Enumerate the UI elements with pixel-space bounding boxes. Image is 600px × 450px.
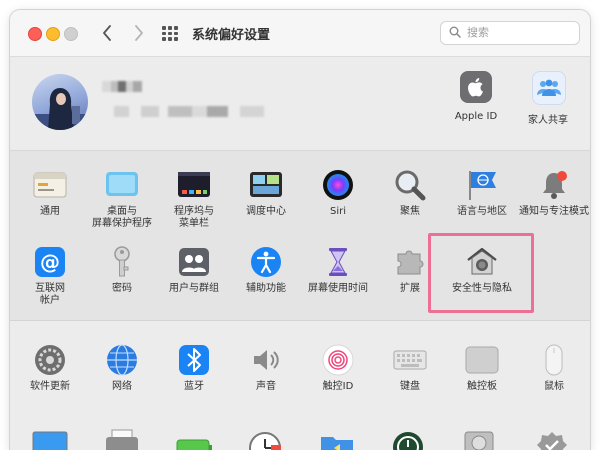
apple-id-label: Apple ID bbox=[454, 111, 498, 122]
pref-passwords[interactable]: 密码 bbox=[86, 245, 158, 295]
screen-time-icon bbox=[321, 245, 355, 279]
touch-id-icon bbox=[321, 343, 355, 377]
pref-mission-control[interactable]: 调度中心 bbox=[230, 168, 302, 218]
keyboard-icon bbox=[393, 343, 427, 377]
search-input[interactable] bbox=[467, 24, 571, 41]
pref-trackpad[interactable]: 触控板 bbox=[446, 343, 518, 393]
pref-dock-menubar-label: 程序坞与 菜单栏 bbox=[174, 206, 214, 229]
profiles-icon[interactable] bbox=[536, 431, 568, 450]
system-preferences-window: 系统偏好设置 Apple ID bbox=[10, 10, 590, 450]
desktop-screensaver-icon bbox=[105, 168, 139, 202]
pref-general-label: 通用 bbox=[40, 206, 60, 217]
zoom-button[interactable] bbox=[64, 27, 78, 41]
passwords-icon bbox=[105, 245, 139, 279]
forward-button[interactable] bbox=[128, 21, 150, 45]
trackpad-icon bbox=[465, 343, 499, 377]
back-button[interactable] bbox=[96, 21, 118, 45]
pref-general[interactable]: 通用 bbox=[14, 168, 86, 218]
pref-sound-label: 声音 bbox=[256, 381, 276, 392]
pref-internet-accounts[interactable]: @ 互联网 帐户 bbox=[14, 245, 86, 307]
pref-spotlight[interactable]: 聚焦 bbox=[374, 168, 446, 218]
pref-internet-accounts-label: 互联网 帐户 bbox=[35, 283, 65, 306]
pref-siri-label: Siri bbox=[329, 206, 346, 217]
account-header: Apple ID 家人共享 bbox=[10, 57, 590, 150]
extensions-icon bbox=[393, 245, 427, 279]
pref-desktop-screensaver[interactable]: 桌面与 屏幕保护程序 bbox=[86, 168, 158, 230]
pref-bluetooth-label: 蓝牙 bbox=[184, 381, 204, 392]
pref-spotlight-label: 聚焦 bbox=[400, 206, 420, 217]
pref-keyboard-label: 键盘 bbox=[400, 381, 420, 392]
close-button[interactable] bbox=[28, 27, 42, 41]
date-time-icon[interactable] bbox=[248, 431, 282, 450]
apple-id-icon[interactable] bbox=[460, 71, 492, 103]
pref-sound[interactable]: 声音 bbox=[230, 343, 302, 393]
pref-network[interactable]: 网络 bbox=[86, 343, 158, 393]
pref-mouse-label: 鼠标 bbox=[544, 381, 564, 392]
printers-icon[interactable] bbox=[104, 429, 140, 450]
pref-mission-control-label: 调度中心 bbox=[246, 206, 286, 217]
mission-control-icon bbox=[249, 168, 283, 202]
bluetooth-icon bbox=[177, 343, 211, 377]
pref-users-groups[interactable]: 用户与群组 bbox=[158, 245, 230, 295]
pref-bluetooth[interactable]: 蓝牙 bbox=[158, 343, 230, 393]
mouse-icon bbox=[537, 343, 571, 377]
pref-passwords-label: 密码 bbox=[112, 283, 132, 294]
pref-users-groups-label: 用户与群组 bbox=[169, 283, 219, 294]
pref-mouse[interactable]: 鼠标 bbox=[518, 343, 590, 393]
search-field[interactable] bbox=[440, 21, 580, 45]
show-all-grid-icon[interactable] bbox=[160, 24, 180, 42]
general-icon bbox=[33, 168, 67, 202]
pref-accessibility-label: 辅助功能 bbox=[246, 283, 286, 294]
pref-dock-menubar[interactable]: 程序坞与 菜单栏 bbox=[158, 168, 230, 230]
family-sharing-label: 家人共享 bbox=[528, 115, 568, 126]
family-sharing-icon[interactable] bbox=[532, 71, 566, 105]
internet-accounts-icon: @ bbox=[33, 245, 67, 279]
pref-network-label: 网络 bbox=[112, 381, 132, 392]
pref-screen-time-label: 屏幕使用时间 bbox=[308, 283, 368, 294]
pref-trackpad-label: 触控板 bbox=[467, 381, 497, 392]
time-machine-icon[interactable] bbox=[392, 431, 424, 450]
pref-software-update-label: 软件更新 bbox=[30, 381, 70, 392]
software-update-icon bbox=[33, 343, 67, 377]
svg-text:@: @ bbox=[40, 250, 60, 274]
hardware-prefs-section: 软件更新 网络 蓝牙 声音 触控ID 键盘 触控板 鼠标 bbox=[10, 321, 590, 450]
siri-icon bbox=[321, 168, 355, 202]
user-avatar[interactable] bbox=[32, 74, 88, 130]
dock-menubar-icon bbox=[177, 168, 211, 202]
pref-extensions-label: 扩展 bbox=[400, 283, 420, 294]
pref-accessibility[interactable]: 辅助功能 bbox=[230, 245, 302, 295]
accessibility-icon bbox=[249, 245, 283, 279]
spotlight-icon bbox=[393, 168, 427, 202]
blurred-user-name bbox=[102, 81, 142, 92]
pref-screen-time[interactable]: 屏幕使用时间 bbox=[302, 245, 374, 295]
notifications-icon bbox=[537, 168, 571, 202]
battery-icon[interactable] bbox=[176, 439, 214, 450]
pref-notifications-label: 通知与专注模式 bbox=[519, 206, 589, 217]
chevron-right-icon bbox=[135, 25, 143, 41]
sound-icon bbox=[249, 343, 283, 377]
sharing-icon[interactable] bbox=[320, 433, 354, 450]
pref-desktop-screensaver-label: 桌面与 屏幕保护程序 bbox=[92, 206, 152, 229]
users-groups-icon bbox=[177, 245, 211, 279]
network-icon bbox=[105, 343, 139, 377]
pref-keyboard[interactable]: 键盘 bbox=[374, 343, 446, 393]
chevron-left-icon bbox=[103, 25, 111, 41]
pref-touch-id-label: 触控ID bbox=[322, 381, 354, 392]
pref-touch-id[interactable]: 触控ID bbox=[302, 343, 374, 393]
language-region-icon bbox=[465, 168, 499, 202]
title-bar: 系统偏好设置 bbox=[10, 10, 590, 57]
displays-icon[interactable] bbox=[32, 431, 68, 450]
pref-notifications[interactable]: 通知与专注模式 bbox=[518, 168, 590, 218]
highlight-frame bbox=[428, 233, 534, 313]
startup-disk-icon[interactable] bbox=[464, 431, 494, 450]
pref-siri[interactable]: Siri bbox=[302, 168, 374, 218]
window-title: 系统偏好设置 bbox=[192, 28, 271, 43]
pref-software-update[interactable]: 软件更新 bbox=[14, 343, 86, 393]
minimize-button[interactable] bbox=[46, 27, 60, 41]
pref-language-region-label: 语言与地区 bbox=[457, 206, 507, 217]
blurred-user-email bbox=[114, 106, 264, 117]
pref-language-region[interactable]: 语言与地区 bbox=[446, 168, 518, 218]
search-icon bbox=[449, 26, 461, 38]
